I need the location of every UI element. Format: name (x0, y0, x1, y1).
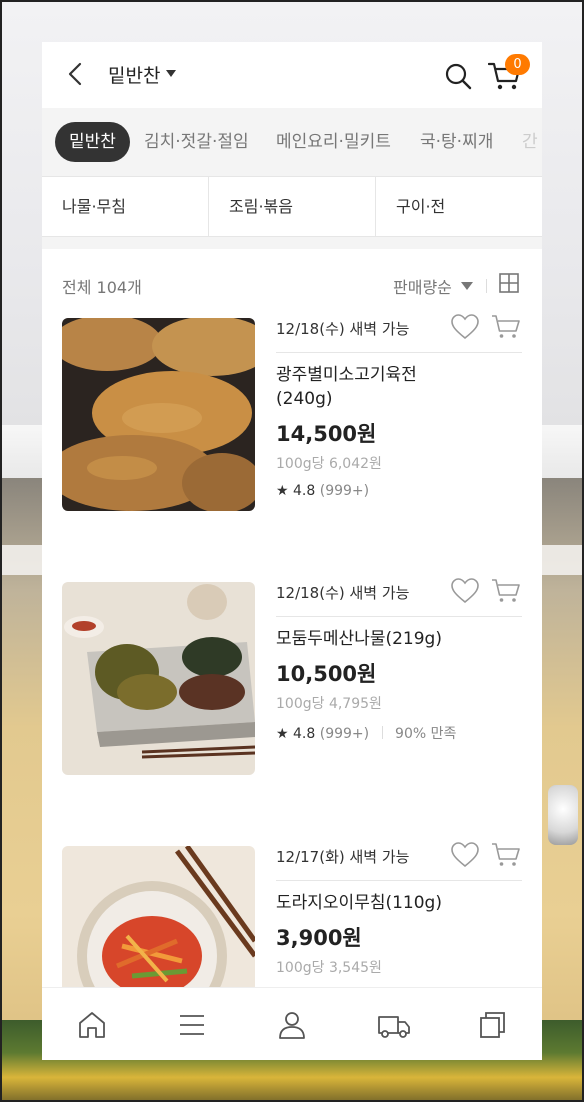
tab-main-dishes[interactable]: 메인요리·밀키트 (276, 122, 391, 162)
product-image[interactable] (62, 582, 255, 775)
review-count: (999+) (319, 483, 370, 499)
back-icon[interactable] (64, 62, 88, 86)
sub-category-namul[interactable]: 나물·무침 (42, 177, 208, 236)
product-card[interactable]: 12/18(수) 새벽 가능 모둠두메산나물(219g) 10,500원 100… (42, 578, 542, 846)
section-gap (42, 237, 542, 249)
rating-value: 4.8 (293, 726, 316, 742)
delivery-date: 12/18(수) 새벽 가능 (276, 584, 410, 602)
heart-icon[interactable] (451, 314, 479, 340)
category-tabs: 밑반찬 김치·젓갈·절임 메인요리·밀키트 국·탕·찌개 간 (42, 108, 542, 176)
product-image[interactable] (62, 318, 255, 511)
product-price: 14,500원 (276, 422, 377, 446)
unit-price: 100g당 3,545원 (276, 960, 382, 976)
divider (276, 616, 522, 617)
caret-down-icon[interactable] (461, 282, 473, 290)
product-card[interactable]: 12/18(수) 새벽 가능 광주별미소고기육전 (240g) 14,500원 … (42, 314, 542, 582)
search-icon[interactable] (444, 62, 472, 90)
tab-kimchi[interactable]: 김치·젓갈·절임 (144, 122, 249, 162)
sort-dropdown[interactable]: 판매량순 (393, 274, 452, 298)
rating: ★ 4.8 (999+) 90% 만족 (276, 723, 456, 743)
rating: ★ 4.8 (999+) (276, 483, 369, 499)
star-icon: ★ (276, 483, 289, 499)
user-icon[interactable] (277, 1010, 307, 1040)
delivery-date: 12/18(수) 새벽 가능 (276, 320, 410, 338)
delivery-date: 12/17(화) 새벽 가능 (276, 848, 410, 866)
review-count: (999+) (319, 726, 370, 742)
star-icon: ★ (276, 726, 289, 742)
heart-icon[interactable] (451, 842, 479, 868)
sub-category-grilled[interactable]: 구이·전 (376, 177, 542, 236)
heart-icon[interactable] (451, 578, 479, 604)
product-name[interactable]: 모둠두메산나물(219g) (276, 627, 522, 651)
add-to-cart-icon[interactable] (491, 578, 521, 604)
add-to-cart-icon[interactable] (491, 842, 521, 868)
tab-side-dishes[interactable]: 밑반찬 (55, 122, 130, 162)
add-to-cart-icon[interactable] (491, 314, 521, 340)
recent-icon[interactable] (477, 1010, 507, 1040)
divider (276, 352, 522, 353)
satisfaction: 90% 만족 (395, 726, 457, 742)
menu-icon[interactable] (177, 1010, 207, 1040)
page-title[interactable]: 밑반찬 (108, 61, 160, 88)
chevron-down-icon[interactable] (166, 70, 176, 77)
product-name[interactable]: 광주별미소고기육전 (240g) (276, 363, 522, 411)
product-name[interactable]: 도라지오이무침(110g) (276, 891, 522, 915)
grid-view-icon[interactable] (499, 273, 519, 293)
divider (276, 880, 522, 881)
tab-soups[interactable]: 국·탕·찌개 (420, 122, 493, 162)
top-bar: 밑반찬 0 (42, 42, 542, 108)
product-price: 3,900원 (276, 926, 362, 950)
product-price: 10,500원 (276, 662, 377, 686)
bottom-nav (42, 987, 542, 1060)
sub-category-braised[interactable]: 조림·볶음 (209, 177, 375, 236)
divider (486, 279, 487, 293)
unit-price: 100g당 4,795원 (276, 696, 382, 712)
list-header: 전체 104개 판매량순 (42, 249, 542, 305)
unit-price: 100g당 6,042원 (276, 456, 382, 472)
rating-value: 4.8 (293, 483, 316, 499)
truck-icon[interactable] (377, 1010, 411, 1040)
app-screen: 밑반찬 0 밑반찬 김치·젓갈·절임 메인요리·밀키트 국·탕·찌개 간 나물·… (42, 42, 542, 1060)
tab-partial[interactable]: 간 (522, 122, 538, 162)
sub-category-bar: 나물·무침 조림·볶음 구이·전 (42, 176, 542, 237)
home-icon[interactable] (77, 1010, 107, 1040)
total-count: 전체 104개 (62, 278, 142, 297)
cart-count-badge: 0 (505, 54, 530, 75)
